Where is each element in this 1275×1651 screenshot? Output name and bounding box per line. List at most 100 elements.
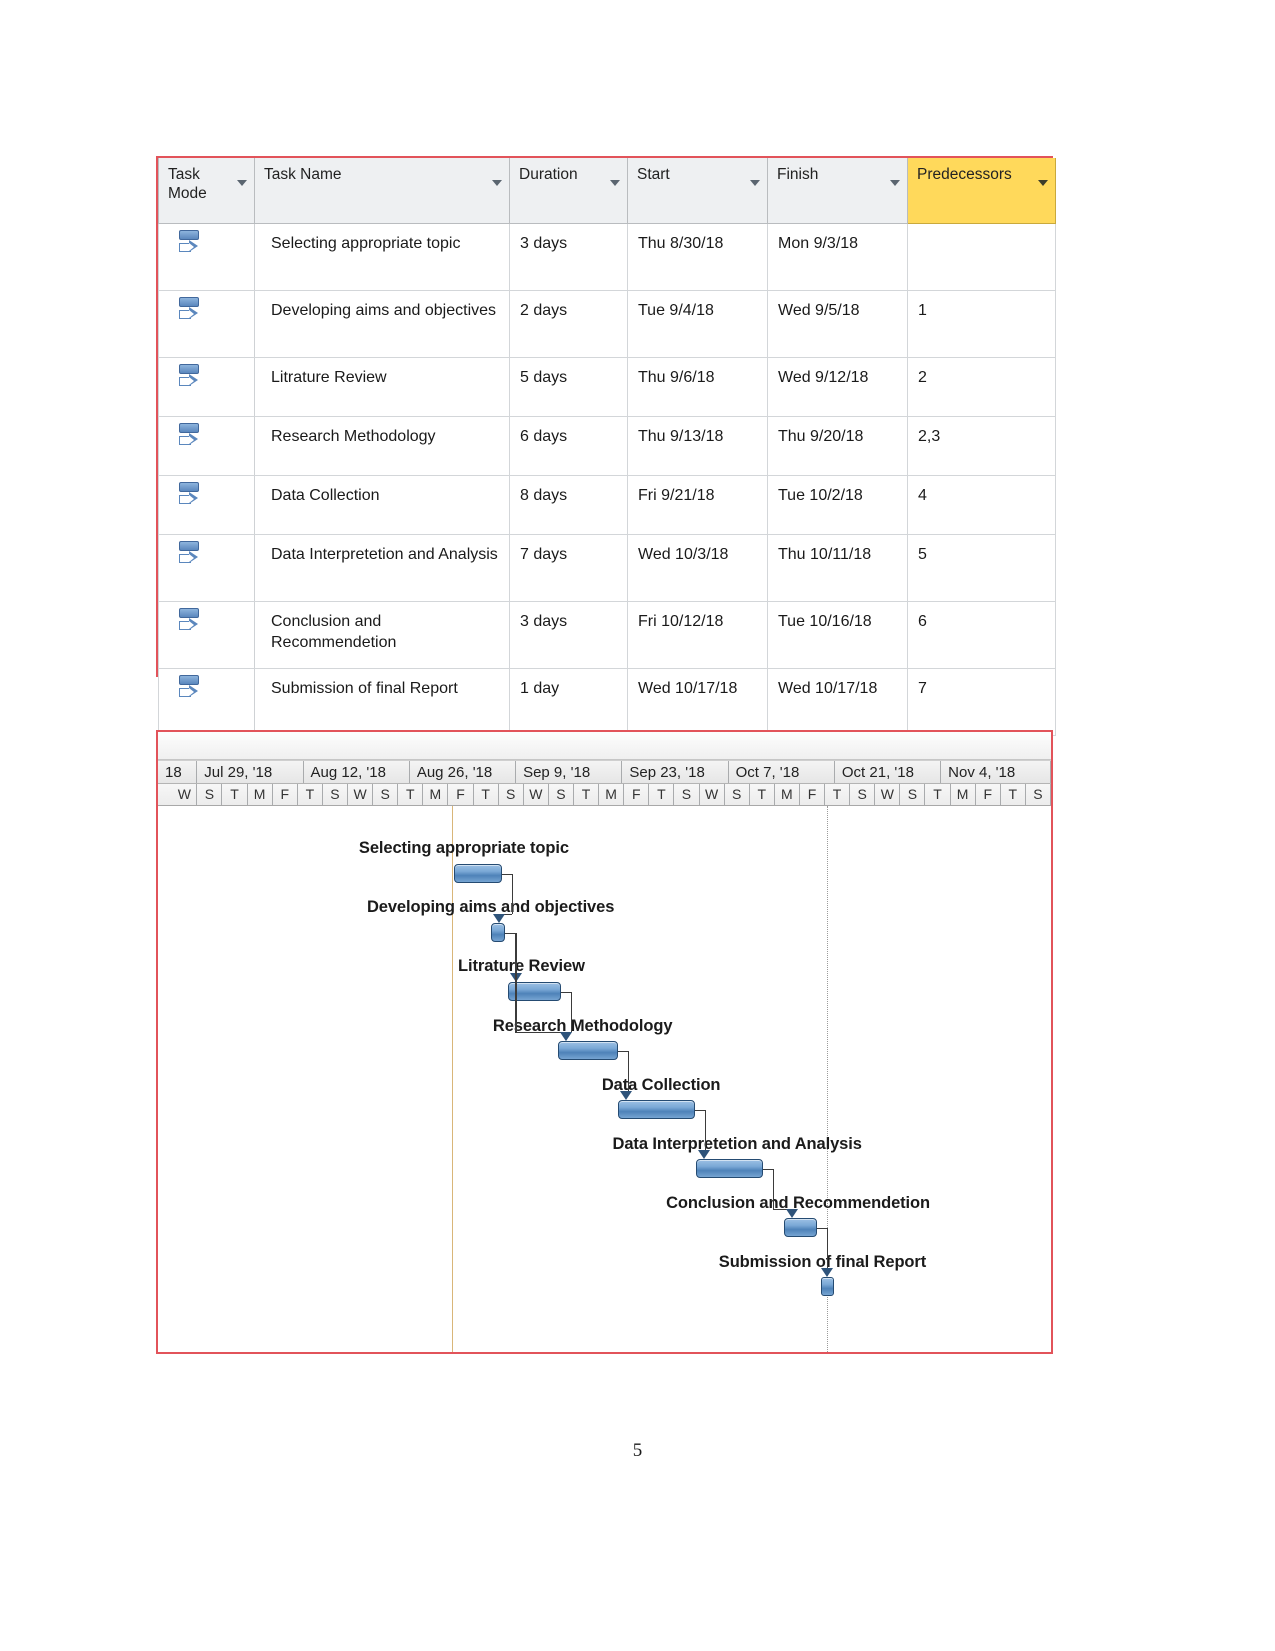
duration-cell[interactable]: 2 days xyxy=(509,290,628,358)
table-row[interactable]: Data Collection 8 days Fri 9/21/18 Tue 10/2… xyxy=(158,475,1056,535)
task-name-cell[interactable]: Selecting appropriate topic xyxy=(254,223,510,291)
filter-dropdown-icon-duration[interactable] xyxy=(610,180,620,186)
table-row[interactable]: Data Interpretetion and Analysis 7 days We… xyxy=(158,534,1056,602)
gantt-bar[interactable] xyxy=(783,1218,818,1237)
finish-cell[interactable]: Mon 9/3/18 xyxy=(767,223,908,291)
gantt-bar[interactable] xyxy=(821,1277,835,1296)
finish-cell[interactable]: Tue 10/16/18 xyxy=(767,601,908,669)
gantt-chart-panel: 18 Jul 29, '18 Aug 12, '18 Aug 26, '18 Sep 9… xyxy=(156,730,1053,1354)
finish-cell[interactable]: Wed 10/17/18 xyxy=(767,668,908,736)
auto-schedule-icon xyxy=(177,230,203,260)
predecessors-cell[interactable] xyxy=(907,223,1056,291)
start-cell[interactable]: Thu 8/30/18 xyxy=(627,223,768,291)
task-name-cell[interactable]: Conclusion and Recommendetion xyxy=(254,601,510,669)
gantt-bar[interactable] xyxy=(696,1159,763,1178)
gantt-bar[interactable] xyxy=(491,923,506,942)
duration-cell[interactable]: 1 day xyxy=(509,668,628,736)
table-row[interactable]: Selecting appropriate topic 3 days Thu 8/3… xyxy=(158,223,1056,291)
timescale-day-cell: F xyxy=(976,784,1001,805)
task-mode-cell[interactable] xyxy=(158,475,255,535)
dependency-link xyxy=(762,1168,773,1170)
dependency-arrow-icon xyxy=(785,1209,798,1218)
predecessors-cell[interactable]: 6 xyxy=(907,601,1056,669)
task-mode-cell[interactable] xyxy=(158,534,255,602)
task-mode-cell[interactable] xyxy=(158,601,255,669)
dependency-link xyxy=(505,932,516,934)
timescale-day-cell: F xyxy=(273,784,298,805)
task-mode-cell[interactable] xyxy=(158,290,255,358)
timescale-day-cell: T xyxy=(750,784,775,805)
duration-cell[interactable]: 6 days xyxy=(509,416,628,476)
timescale-day-cell: M xyxy=(951,784,976,805)
timescale-major-cell: Sep 9, '18 xyxy=(516,761,623,783)
table-row[interactable]: Research Methodology 6 days Thu 9/13/18 Thu… xyxy=(158,416,1056,476)
column-header-start-label: Start xyxy=(637,166,670,183)
finish-cell[interactable]: Thu 9/20/18 xyxy=(767,416,908,476)
dependency-link xyxy=(817,1227,828,1229)
dependency-link xyxy=(627,1050,630,1091)
column-header-start[interactable]: Start xyxy=(627,158,768,224)
finish-cell[interactable]: Tue 10/2/18 xyxy=(767,475,908,535)
table-row[interactable]: Litrature Review 5 days Thu 9/6/18 Wed 9/12… xyxy=(158,357,1056,417)
timescale-day-cell: W xyxy=(172,784,198,805)
duration-cell[interactable]: 7 days xyxy=(509,534,628,602)
task-name-cell[interactable]: Research Methodology xyxy=(254,416,510,476)
column-header-duration[interactable]: Duration xyxy=(509,158,628,224)
start-cell[interactable]: Fri 9/21/18 xyxy=(627,475,768,535)
task-mode-cell[interactable] xyxy=(158,223,255,291)
page-number: 5 xyxy=(632,1440,643,1461)
filter-dropdown-icon-finish[interactable] xyxy=(890,180,900,186)
task-mode-cell[interactable] xyxy=(158,416,255,476)
predecessors-cell[interactable]: 1 xyxy=(907,290,1056,358)
start-cell[interactable]: Thu 9/13/18 xyxy=(627,416,768,476)
filter-dropdown-icon-start[interactable] xyxy=(750,180,760,186)
finish-cell[interactable]: Thu 10/11/18 xyxy=(767,534,908,602)
gantt-timescale: 18 Jul 29, '18 Aug 12, '18 Aug 26, '18 Sep 9… xyxy=(158,760,1051,806)
gantt-bar-label: Selecting appropriate topic xyxy=(358,839,569,857)
task-name-cell[interactable]: Submission of final Report xyxy=(254,668,510,736)
filter-dropdown-icon-predecessors[interactable] xyxy=(1038,180,1048,186)
gantt-bar-label: Data Interpretetion and Analysis xyxy=(612,1135,862,1153)
predecessors-cell[interactable]: 5 xyxy=(907,534,1056,602)
predecessors-cell[interactable]: 2 xyxy=(907,357,1056,417)
predecessors-cell[interactable]: 2,3 xyxy=(907,416,1056,476)
gantt-bar-label: Developing aims and objectives xyxy=(366,898,615,916)
table-row[interactable]: Conclusion and Recommendetion 3 days Fri 1… xyxy=(158,601,1056,669)
gantt-bar[interactable] xyxy=(617,1100,695,1119)
finish-cell[interactable]: Wed 9/12/18 xyxy=(767,357,908,417)
column-header-task-mode[interactable]: Task Mode xyxy=(158,158,255,224)
timescale-major-cell: Sep 23, '18 xyxy=(622,761,729,783)
task-name-cell[interactable]: Data Interpretetion and Analysis xyxy=(254,534,510,602)
filter-dropdown-icon-task-mode[interactable] xyxy=(237,180,247,186)
start-cell[interactable]: Wed 10/3/18 xyxy=(627,534,768,602)
finish-cell[interactable]: Wed 9/5/18 xyxy=(767,290,908,358)
timescale-day-cell: S xyxy=(850,784,876,805)
timescale-day-cell: T xyxy=(925,784,951,805)
task-name-cell[interactable]: Data Collection xyxy=(254,475,510,535)
task-name-cell[interactable]: Developing aims and objectives xyxy=(254,290,510,358)
gantt-bar[interactable] xyxy=(558,1041,618,1060)
filter-dropdown-icon-task-name[interactable] xyxy=(492,180,502,186)
duration-cell[interactable]: 3 days xyxy=(509,223,628,291)
task-mode-cell[interactable] xyxy=(158,357,255,417)
predecessors-cell[interactable]: 4 xyxy=(907,475,1056,535)
start-cell[interactable]: Tue 9/4/18 xyxy=(627,290,768,358)
task-mode-cell[interactable] xyxy=(158,668,255,736)
column-header-predecessors[interactable]: Predecessors xyxy=(907,158,1056,224)
start-cell[interactable]: Thu 9/6/18 xyxy=(627,357,768,417)
start-cell[interactable]: Wed 10/17/18 xyxy=(627,668,768,736)
start-cell[interactable]: Fri 10/12/18 xyxy=(627,601,768,669)
duration-cell[interactable]: 5 days xyxy=(509,357,628,417)
gantt-bar[interactable] xyxy=(454,864,502,883)
duration-cell[interactable]: 8 days xyxy=(509,475,628,535)
duration-cell[interactable]: 3 days xyxy=(509,601,628,669)
column-header-task-mode-label: Task Mode xyxy=(168,166,207,203)
table-row[interactable]: Developing aims and objectives 2 days Tue … xyxy=(158,290,1056,358)
dependency-link xyxy=(617,1050,628,1052)
table-row[interactable]: Submission of final Report 1 day Wed 10/17… xyxy=(158,668,1056,736)
task-name-cell[interactable]: Litrature Review xyxy=(254,357,510,417)
predecessors-cell[interactable]: 7 xyxy=(907,668,1056,736)
column-header-finish[interactable]: Finish xyxy=(767,158,908,224)
timescale-day-cell: F xyxy=(624,784,650,805)
column-header-task-name[interactable]: Task Name xyxy=(254,158,510,224)
